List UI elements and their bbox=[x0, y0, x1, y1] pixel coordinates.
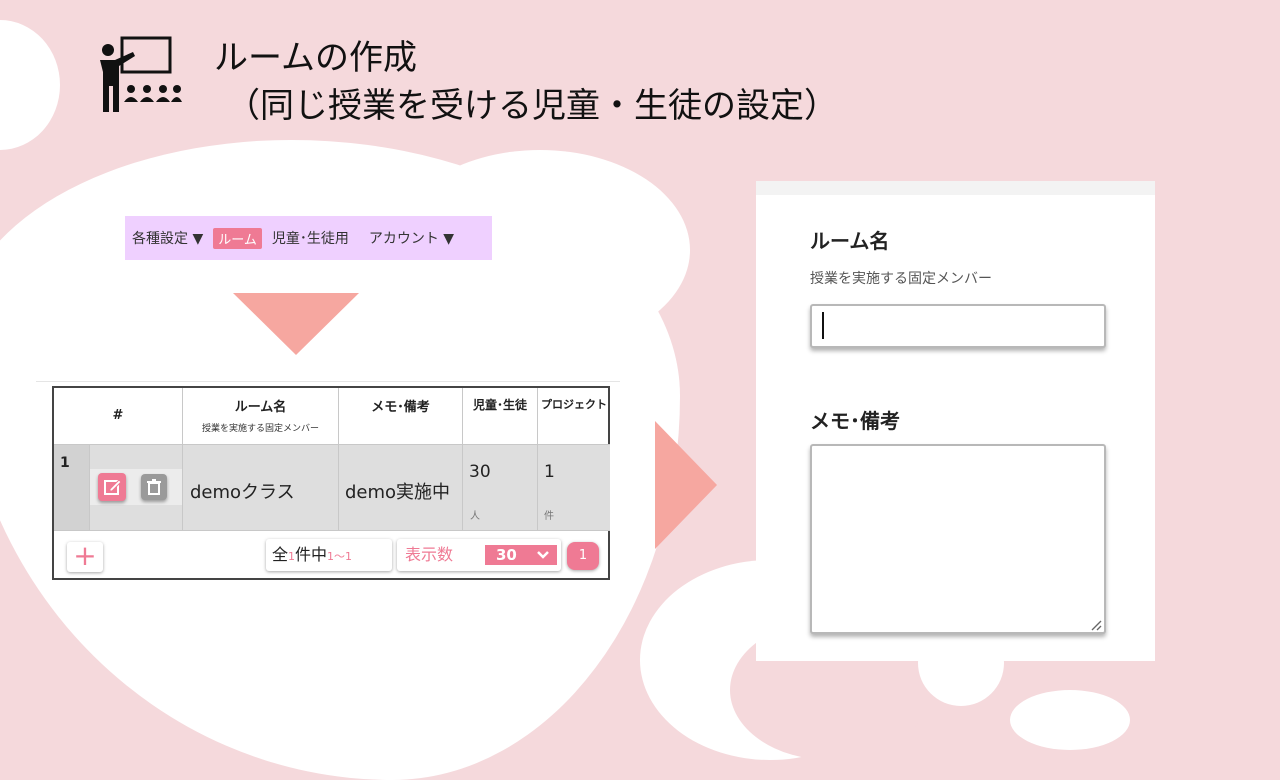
edit-icon bbox=[104, 479, 122, 495]
add-room-button[interactable]: + bbox=[67, 542, 103, 572]
resize-grip-icon[interactable] bbox=[1090, 619, 1102, 631]
header-students: 児童･生徒 bbox=[463, 388, 538, 445]
row-index-cell: 1 bbox=[54, 445, 90, 531]
row-memo: demo実施中 bbox=[345, 482, 451, 503]
slide-title: ルームの作成 （同じ授業を受ける児童・生徒の設定） bbox=[214, 34, 838, 130]
memo-label: メモ･備考 bbox=[810, 409, 900, 433]
row-memo-cell: demo実施中 bbox=[339, 445, 463, 531]
header-room-name-sub: 授業を実施する固定メンバー bbox=[201, 424, 319, 434]
teacher-classroom-icon bbox=[100, 36, 182, 112]
background-blob bbox=[0, 20, 60, 150]
page-1-button[interactable]: 1 bbox=[567, 542, 599, 570]
memo-textarea[interactable] bbox=[810, 444, 1106, 634]
row-room-name-cell: demoクラス bbox=[183, 445, 339, 531]
per-page-select[interactable]: 30 bbox=[485, 545, 557, 565]
room-name-help: 授業を実施する固定メンバー bbox=[810, 271, 992, 287]
nav-room-tab[interactable]: ルーム bbox=[213, 227, 262, 249]
title-line-2: （同じ授業を受ける児童・生徒の設定） bbox=[226, 86, 838, 126]
row-projects-cell: 1 件 bbox=[538, 445, 610, 531]
chevron-down-icon bbox=[537, 551, 549, 559]
header-room-name-label: ルーム名 bbox=[234, 400, 287, 415]
header-memo: メモ･備考 bbox=[339, 388, 463, 445]
title-line-1: ルームの作成 bbox=[214, 38, 417, 78]
trash-icon bbox=[147, 479, 161, 495]
room-name-label: ルーム名 bbox=[810, 229, 890, 253]
background-blob bbox=[1010, 690, 1130, 750]
edit-button[interactable] bbox=[98, 473, 126, 501]
record-count: 全1件中1～1 bbox=[266, 539, 392, 571]
row-students-count: 30 bbox=[469, 462, 491, 482]
right-arrow-shape bbox=[655, 421, 717, 549]
row-students-cell: 30 人 bbox=[463, 445, 538, 531]
row-actions-cell bbox=[90, 445, 183, 531]
header-index: # bbox=[54, 388, 183, 445]
delete-button[interactable] bbox=[141, 474, 167, 500]
nav-students-link[interactable]: 児童･生徒用 bbox=[272, 228, 349, 248]
row-students-unit: 人 bbox=[470, 511, 480, 522]
room-form-panel: ルーム名 授業を実施する固定メンバー メモ･備考 bbox=[756, 181, 1155, 661]
row-projects-unit: 件 bbox=[544, 511, 554, 522]
header-room-name: ルーム名 授業を実施する固定メンバー bbox=[183, 388, 339, 445]
nav-account-menu[interactable]: アカウント ▼ bbox=[369, 228, 454, 248]
text-caret bbox=[822, 312, 824, 339]
per-page-label: 表示数 bbox=[405, 545, 454, 564]
nav-settings-menu[interactable]: 各種設定 ▼ bbox=[132, 228, 203, 248]
nav-bar: 各種設定 ▼ ルーム 児童･生徒用 アカウント ▼ bbox=[125, 216, 492, 260]
row-room-name: demoクラス bbox=[190, 482, 295, 503]
header-projects: プロジェクト bbox=[538, 388, 610, 445]
divider bbox=[36, 381, 620, 382]
per-page-control: 表示数 30 bbox=[397, 539, 561, 571]
row-projects-count: 1 bbox=[544, 462, 555, 482]
room-table-panel: # ルーム名 授業を実施する固定メンバー メモ･備考 児童･生徒 プロジェクト … bbox=[52, 386, 610, 580]
room-name-input[interactable] bbox=[810, 304, 1106, 348]
down-arrow-shape bbox=[233, 293, 359, 355]
